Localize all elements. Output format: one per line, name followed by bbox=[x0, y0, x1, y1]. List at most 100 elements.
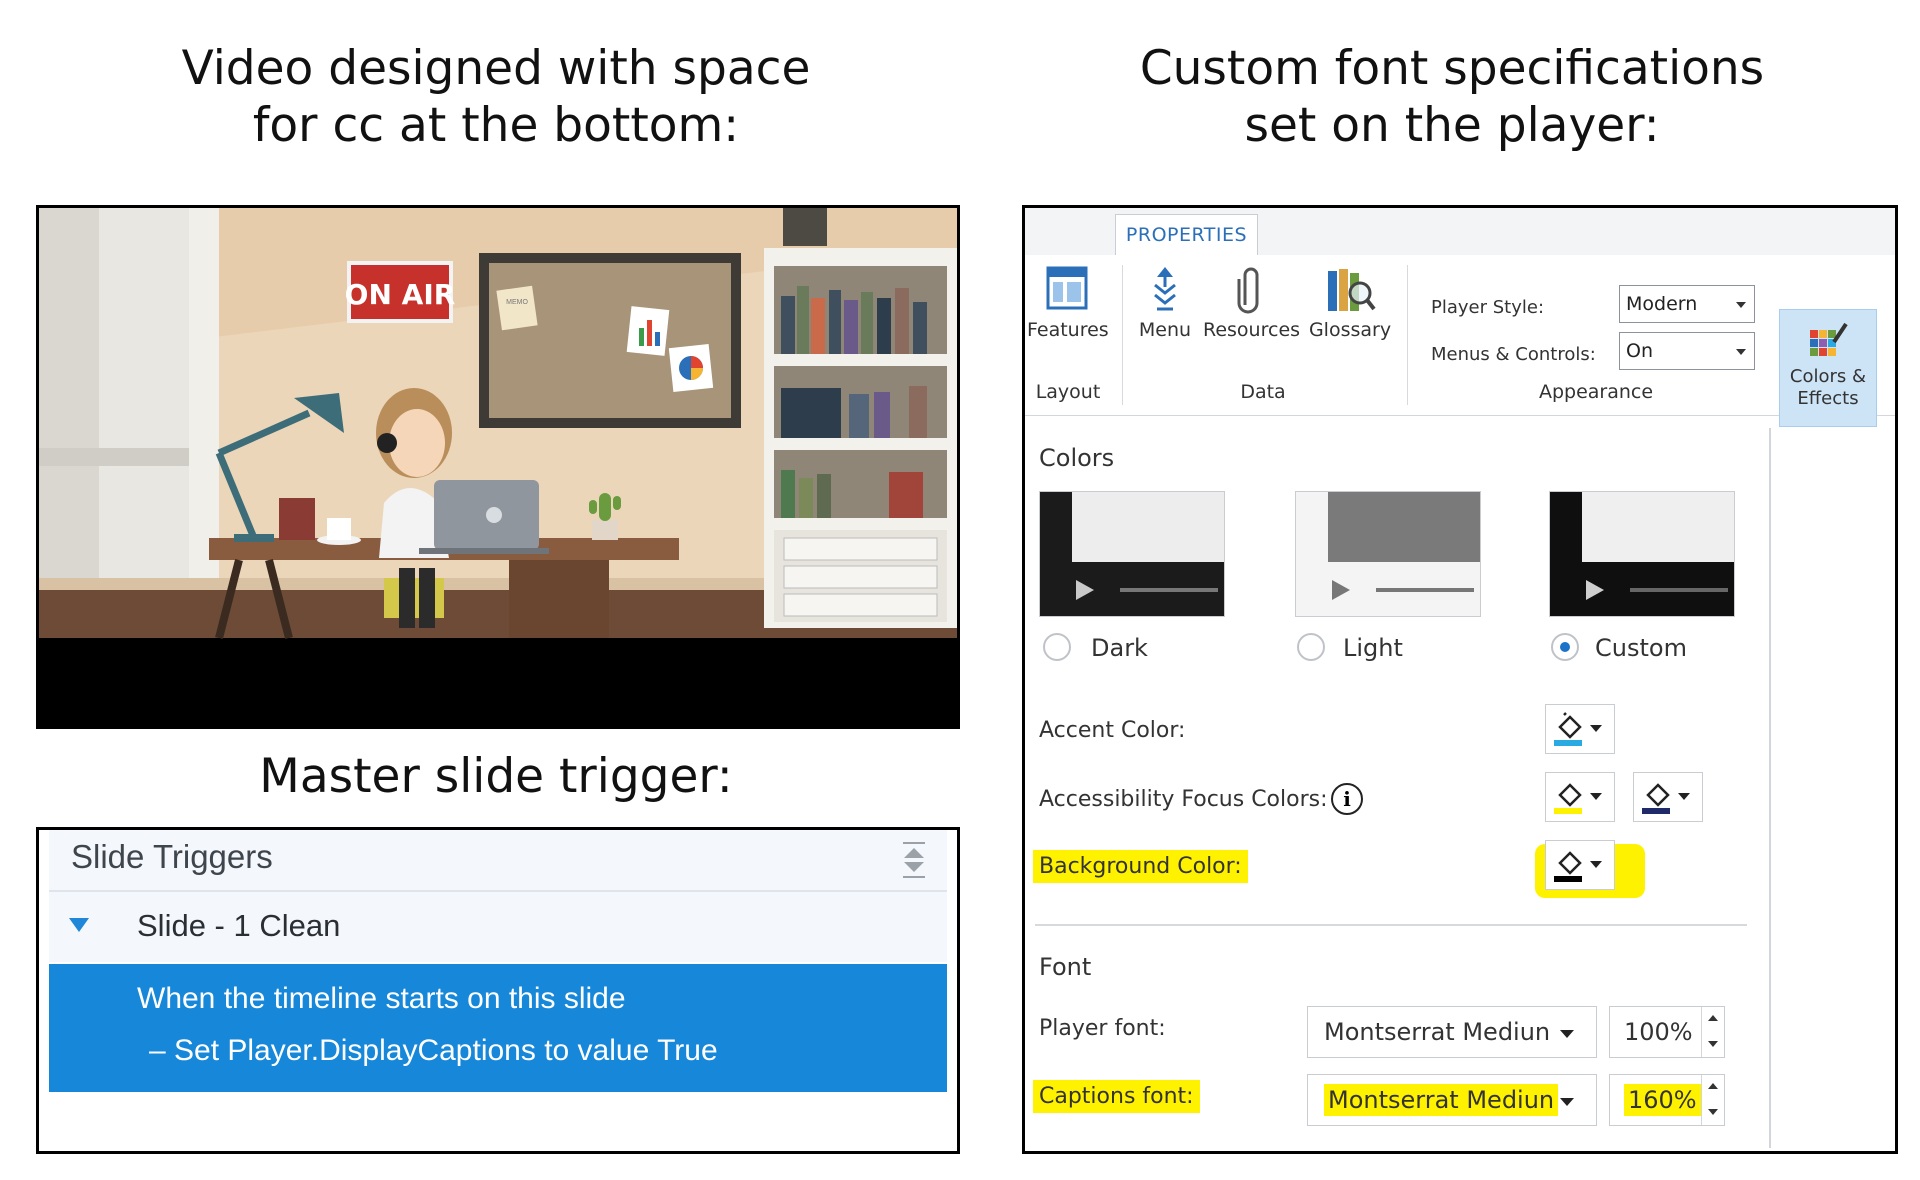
menus-controls-label: Menus & Controls: bbox=[1431, 344, 1596, 365]
slide-triggers-panel: Slide Triggers Slide - 1 Clean When the … bbox=[36, 827, 960, 1154]
dark-theme-preview bbox=[1040, 492, 1224, 616]
memo-text: MEMO bbox=[506, 299, 528, 306]
video-preview: ON AIR MEMO bbox=[36, 205, 960, 729]
office-illustration: ON AIR MEMO bbox=[39, 208, 957, 726]
chevron-down-icon bbox=[1678, 793, 1690, 800]
captions-font-dropdown[interactable]: Montserrat Mediun bbox=[1307, 1074, 1597, 1126]
section-divider bbox=[1035, 924, 1747, 926]
resources-button[interactable]: Resources bbox=[1203, 265, 1301, 341]
glossary-button[interactable]: Glossary bbox=[1305, 265, 1395, 341]
tab-properties[interactable]: PROPERTIES bbox=[1115, 214, 1258, 256]
theme-custom-swatch[interactable] bbox=[1549, 491, 1735, 617]
player-style-dropdown[interactable]: Modern bbox=[1619, 285, 1755, 323]
trigger-when-text: When the timeline starts on this slide bbox=[137, 982, 626, 1015]
focus-colors-label: Accessibility Focus Colors: bbox=[1039, 787, 1328, 812]
menu-button[interactable]: Menu bbox=[1135, 265, 1195, 341]
font-heading-line2: set on the player: bbox=[1244, 98, 1660, 153]
radio-custom-label: Custom bbox=[1595, 634, 1687, 662]
resources-label: Resources bbox=[1203, 319, 1301, 341]
video-heading: Video designed with space for cc at the … bbox=[36, 40, 956, 154]
pane-scroll-track[interactable] bbox=[1769, 428, 1771, 1148]
trigger-action-text: – Set Player.DisplayCaptions to value Tr… bbox=[149, 1034, 718, 1067]
cactus bbox=[599, 493, 611, 521]
font-section-title: Font bbox=[1039, 953, 1092, 981]
menu-icon bbox=[1154, 267, 1176, 311]
chevron-down-icon bbox=[1590, 725, 1602, 732]
colors-effects-button[interactable]: Colors & Effects bbox=[1779, 309, 1877, 427]
glossary-icon bbox=[1328, 269, 1376, 311]
captions-font-size-spin[interactable] bbox=[1701, 1075, 1724, 1125]
features-icon bbox=[1046, 266, 1088, 310]
menu-label: Menu bbox=[1138, 319, 1192, 341]
player-style-label: Player Style: bbox=[1431, 297, 1545, 318]
captions-font-size-value: 160% bbox=[1624, 1084, 1701, 1116]
trigger-heading: Master slide trigger: bbox=[36, 748, 956, 805]
accent-color-label: Accent Color: bbox=[1039, 718, 1186, 743]
chevron-down-icon bbox=[1590, 793, 1602, 800]
chevron-down-icon bbox=[1736, 302, 1746, 308]
spin-up-icon[interactable] bbox=[1708, 1015, 1718, 1021]
radio-dark[interactable] bbox=[1043, 633, 1071, 661]
chevron-down-icon bbox=[1560, 1030, 1574, 1038]
colors-effects-icon bbox=[1810, 322, 1848, 356]
custom-theme-preview bbox=[1550, 492, 1734, 616]
chevron-down-icon bbox=[1560, 1098, 1574, 1106]
chevron-down-icon bbox=[1590, 861, 1602, 868]
ribbon-tabstrip: PROPERTIES bbox=[1025, 208, 1895, 256]
colors-effects-label-1: Colors & bbox=[1789, 366, 1867, 387]
captions-font-value: Montserrat Mediun bbox=[1324, 1084, 1559, 1116]
theme-light-swatch[interactable] bbox=[1295, 491, 1481, 617]
paint-bucket-icon bbox=[1554, 851, 1582, 882]
colors-effects-label-2: Effects bbox=[1797, 388, 1859, 409]
chevron-down-icon bbox=[1736, 349, 1746, 355]
spin-down-icon[interactable] bbox=[1708, 1109, 1718, 1115]
colors-section-title: Colors bbox=[1039, 444, 1115, 472]
focus-color-1-picker[interactable] bbox=[1545, 772, 1615, 822]
info-icon[interactable]: i bbox=[1331, 783, 1363, 815]
menus-controls-dropdown[interactable]: On bbox=[1619, 332, 1755, 370]
background-color-label: Background Color: bbox=[1033, 850, 1248, 883]
player-font-size-value: 100% bbox=[1624, 1018, 1693, 1046]
captions-font-size-stepper[interactable]: 160% bbox=[1609, 1074, 1725, 1126]
player-properties-panel: PROPERTIES Features Layout Menu Resource… bbox=[1022, 205, 1898, 1154]
slide-triggers-title: Slide Triggers bbox=[71, 838, 273, 875]
menus-controls-value: On bbox=[1626, 340, 1653, 362]
font-heading: Custom font specifications set on the pl… bbox=[1022, 40, 1882, 154]
group-layout: Layout bbox=[1035, 381, 1101, 403]
features-button[interactable]: Features bbox=[1027, 265, 1109, 341]
paint-bucket-icon bbox=[1642, 783, 1670, 814]
group-appearance: Appearance bbox=[1538, 381, 1654, 403]
collapse-all-icon[interactable] bbox=[901, 840, 927, 880]
on-air-text: ON AIR bbox=[345, 278, 456, 311]
paint-bucket-icon bbox=[1554, 783, 1582, 814]
paint-bucket-icon bbox=[1554, 712, 1582, 746]
group-data: Data bbox=[1240, 381, 1286, 403]
radio-light[interactable] bbox=[1297, 633, 1325, 661]
slide-group-row[interactable]: Slide - 1 Clean bbox=[49, 892, 947, 962]
video-heading-line2: for cc at the bottom: bbox=[252, 98, 740, 153]
radio-light-label: Light bbox=[1343, 634, 1403, 662]
theme-dark-swatch[interactable] bbox=[1039, 491, 1225, 617]
ribbon: Features Layout Menu Resources Glossary … bbox=[1025, 255, 1895, 427]
font-heading-line1: Custom font specifications bbox=[1139, 41, 1765, 96]
player-font-label: Player font: bbox=[1039, 1016, 1166, 1041]
focus-color-2-picker[interactable] bbox=[1633, 772, 1703, 822]
glossary-label: Glossary bbox=[1308, 319, 1392, 341]
slide-triggers-header: Slide Triggers bbox=[49, 830, 947, 892]
player-font-size-stepper[interactable]: 100% bbox=[1609, 1006, 1725, 1058]
video-heading-line1: Video designed with space bbox=[181, 41, 811, 96]
player-font-dropdown[interactable]: Montserrat Mediun bbox=[1307, 1006, 1597, 1058]
slide-name: Slide - 1 Clean bbox=[137, 908, 341, 943]
player-font-value: Montserrat Mediun bbox=[1324, 1018, 1551, 1046]
trigger-row-selected[interactable]: When the timeline starts on this slide –… bbox=[49, 964, 947, 1092]
features-label: Features bbox=[1027, 319, 1109, 341]
background-color-picker[interactable] bbox=[1545, 840, 1615, 890]
expand-caret-icon[interactable] bbox=[69, 918, 89, 932]
spin-up-icon[interactable] bbox=[1708, 1083, 1718, 1089]
light-theme-preview bbox=[1296, 492, 1480, 616]
radio-custom[interactable] bbox=[1551, 633, 1579, 661]
caption-space bbox=[39, 638, 957, 726]
player-font-size-spin[interactable] bbox=[1701, 1007, 1724, 1057]
spin-down-icon[interactable] bbox=[1708, 1041, 1718, 1047]
accent-color-picker[interactable] bbox=[1545, 704, 1615, 754]
